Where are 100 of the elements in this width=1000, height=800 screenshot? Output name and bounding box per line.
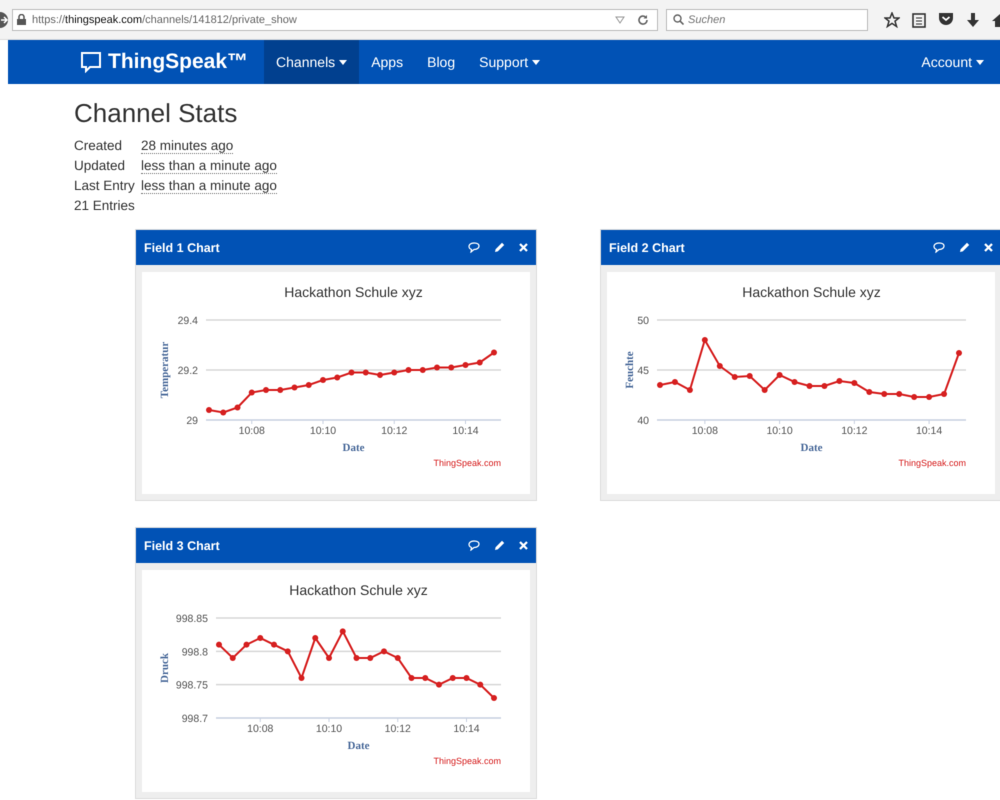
search-field[interactable]: Suchen (666, 8, 868, 30)
chart-title: Hackathon Schule xyz (742, 284, 881, 300)
card-title: Field 3 Chart (144, 538, 221, 552)
axis-tick-label: 50 (637, 315, 649, 327)
data-point (806, 383, 812, 389)
data-point (334, 374, 340, 380)
data-point (821, 383, 828, 389)
data-point (298, 675, 304, 681)
nav-link[interactable]: Support (467, 40, 552, 84)
data-point (320, 377, 326, 383)
close-icon[interactable] (519, 243, 528, 252)
data-point (257, 635, 264, 641)
axis-tick-label: 29.2 (178, 365, 198, 377)
data-point (277, 387, 284, 393)
data-point (672, 379, 678, 385)
data-point (911, 394, 918, 400)
comment-icon[interactable] (468, 242, 480, 253)
data-point (216, 642, 222, 648)
data-point (406, 367, 412, 373)
clipboard-icon[interactable] (912, 12, 926, 28)
stat-label: Created (74, 138, 124, 154)
data-point (448, 364, 454, 370)
data-point (866, 389, 872, 395)
axis-tick-label: 10:08 (238, 425, 265, 437)
data-point (896, 391, 902, 397)
axis-tick-label: 10:12 (841, 425, 868, 437)
dropdown-icon[interactable] (615, 16, 625, 24)
axis-tick-label: 10:12 (381, 425, 408, 437)
nav-link[interactable]: Apps (359, 40, 416, 84)
data-point (354, 655, 360, 661)
card-title: Field 1 Chart (144, 240, 221, 254)
data-point (491, 695, 497, 701)
reload-icon[interactable] (637, 14, 649, 26)
axis-tick-label: 998.75 (176, 680, 208, 692)
credit-link[interactable]: ThingSpeak.com (433, 458, 501, 468)
card-title: Field 2 Chart (609, 240, 686, 254)
axis-tick-label: 10:14 (452, 425, 479, 437)
axis-tick-label: 40 (637, 415, 649, 427)
stat-value: less than a minute ago (141, 158, 277, 174)
axis-title: Date (348, 740, 370, 752)
data-point (263, 387, 269, 393)
back-icon[interactable] (0, 12, 10, 28)
axis-tick-label: 10:14 (453, 723, 480, 735)
pencil-icon[interactable] (494, 242, 505, 253)
data-point (312, 635, 318, 641)
data-point (271, 642, 277, 648)
data-point (941, 391, 948, 397)
chart-title: Hackathon Schule xyz (289, 582, 428, 598)
data-point (792, 379, 798, 385)
close-icon[interactable] (519, 541, 528, 550)
axis-tick-label: 45 (637, 365, 649, 377)
data-point (926, 394, 932, 400)
credit-link[interactable]: ThingSpeak.com (433, 756, 501, 766)
data-point (220, 410, 226, 416)
nav-link[interactable]: Account (909, 40, 1000, 84)
axis-title: Temperatur (159, 342, 171, 398)
axis-tick-label: 10:14 (916, 425, 942, 437)
pocket-icon[interactable] (938, 12, 954, 26)
search-icon (673, 14, 684, 25)
lock-icon (17, 14, 26, 25)
data-point (420, 367, 426, 373)
data-point (477, 682, 484, 688)
data-point (326, 655, 332, 661)
data-point (776, 372, 783, 378)
speech-bubble-icon (80, 51, 102, 73)
axis-tick-label: 10:08 (247, 723, 274, 735)
data-point (881, 391, 888, 397)
nav-link[interactable]: Blog (415, 40, 468, 84)
chart-title: Hackathon Schule xyz (284, 284, 423, 300)
data-point (381, 648, 387, 654)
data-point (244, 642, 250, 648)
pencil-icon[interactable] (959, 242, 970, 253)
axis-tick-label: 10:10 (766, 425, 793, 437)
address-bar[interactable]: https://thingspeak.com/channels/141812/private_show (12, 8, 658, 30)
data-point (362, 370, 369, 376)
data-point (348, 370, 354, 376)
data-point (657, 382, 663, 388)
data-point (462, 362, 468, 368)
logo-text[interactable]: ThingSpeak™ (108, 50, 248, 74)
data-point (230, 655, 236, 661)
nav-link[interactable]: Channels (264, 40, 360, 84)
data-point (434, 364, 440, 370)
data-point (702, 337, 708, 343)
data-point (851, 380, 858, 386)
comment-icon[interactable] (468, 540, 480, 551)
close-icon[interactable] (984, 243, 993, 252)
data-point (394, 655, 401, 661)
axis-tick-label: 998.85 (176, 613, 208, 625)
axis-title: Date (342, 442, 364, 454)
star-icon[interactable] (884, 12, 900, 28)
data-point (436, 682, 442, 688)
download-icon[interactable] (966, 12, 980, 28)
data-point (746, 373, 753, 379)
data-point (377, 372, 383, 378)
credit-link[interactable]: ThingSpeak.com (898, 458, 966, 468)
data-point (836, 378, 842, 384)
pencil-icon[interactable] (494, 540, 505, 551)
data-point (686, 387, 693, 393)
axis-tick-label: 10:12 (384, 723, 411, 735)
comment-icon[interactable] (933, 242, 945, 253)
